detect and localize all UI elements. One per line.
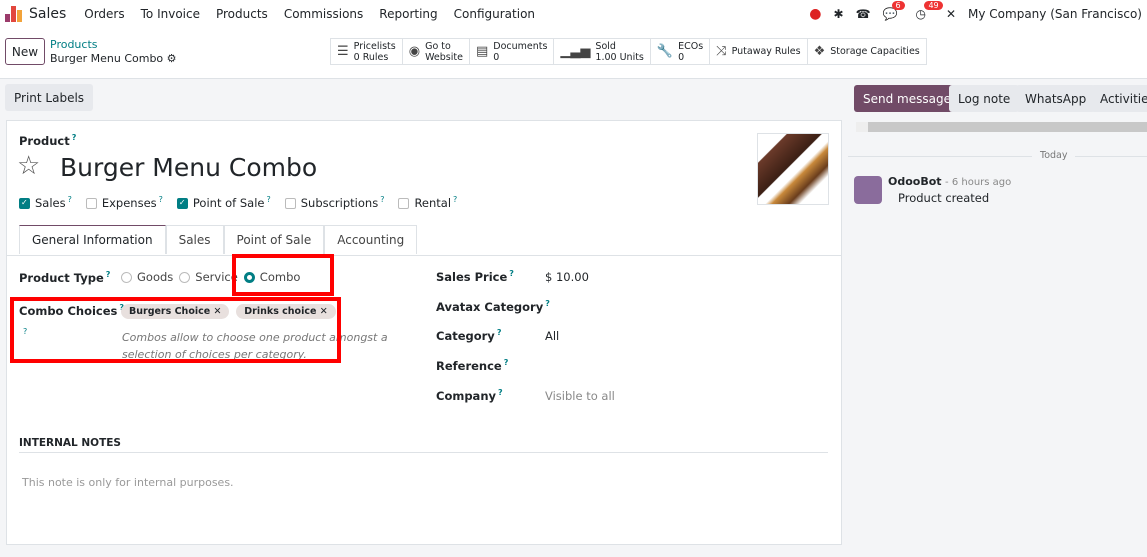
field-row: Category? All <box>436 328 736 343</box>
globe-icon: ◉ <box>408 44 421 59</box>
field-label: Avatax Category? <box>436 298 550 314</box>
menu-commissions[interactable]: Commissions <box>284 7 363 21</box>
date-separator: Today <box>1032 150 1076 161</box>
field-row: Sales Price? $ 10.00 <box>436 269 736 284</box>
cubes-icon: ❖ <box>813 44 826 59</box>
highlight-box-combo-choices <box>10 297 341 363</box>
messages-icon[interactable]: 💬 6 <box>883 0 905 21</box>
smart-button-ecos[interactable]: 🔧 ECOs 0 <box>651 39 711 64</box>
smart-button-sold[interactable]: ▁▃▅ Sold 1.00 Units <box>554 39 651 64</box>
smart-button-putaway-rules[interactable]: ⤨ Putaway Rules <box>710 39 808 64</box>
company-switcher[interactable]: My Company (San Francisco) <box>968 7 1142 21</box>
checkbox-sales[interactable]: Sales? <box>19 195 72 210</box>
message-header: OdooBot - 6 hours ago <box>888 175 1011 188</box>
field-label: Sales Price? <box>436 269 514 284</box>
menu-products[interactable]: Products <box>216 7 268 21</box>
checkbox-point-of-sale[interactable]: Point of Sale? <box>176 195 271 210</box>
recording-dot-icon[interactable]: ● <box>809 6 821 22</box>
field-value[interactable]: All <box>545 329 559 343</box>
list-icon: ☰ <box>337 44 349 59</box>
tab-point-of-sale[interactable]: Point of Sale <box>223 225 325 254</box>
product-type-label: Product Type? <box>19 270 111 285</box>
wrench-icon: 🔧 <box>656 44 674 59</box>
activities-button[interactable]: Activities <box>1091 85 1147 112</box>
new-button[interactable]: New <box>5 38 45 65</box>
app-name[interactable]: Sales <box>29 6 66 22</box>
smart-button-pricelists[interactable]: ☰ Pricelists 0 Rules <box>331 39 403 64</box>
send-message-button[interactable]: Send message <box>854 85 960 112</box>
menu-orders[interactable]: Orders <box>84 7 124 21</box>
field-row: Reference? <box>436 358 736 373</box>
smart-buttons: ☰ Pricelists 0 Rules ◉ Go to Website ▤ Document… <box>330 38 927 65</box>
menu-reporting[interactable]: Reporting <box>379 7 437 21</box>
product-flags: Sales? Expenses? Point of Sale? Subscriptio… <box>19 195 457 210</box>
message-body: Product created <box>898 191 990 205</box>
menu-configuration[interactable]: Configuration <box>454 7 535 21</box>
tab-accounting[interactable]: Accounting <box>324 225 418 254</box>
smart-button-documents[interactable]: ▤ Documents 0 <box>470 39 555 64</box>
activities-badge: 49 <box>924 0 943 10</box>
shuffle-icon: ⤨ <box>716 44 727 59</box>
gear-icon[interactable]: ⚙ <box>167 52 177 65</box>
checkbox-expenses[interactable]: Expenses? <box>85 195 163 210</box>
field-row: Avatax Category? <box>436 299 736 314</box>
radio-service[interactable]: Service <box>179 270 238 284</box>
field-label: Reference? <box>436 358 509 373</box>
product-image[interactable] <box>757 133 829 205</box>
internal-notes-title: INTERNAL NOTES <box>19 437 121 449</box>
smart-button-storage-capacities[interactable]: ❖ Storage Capacities <box>808 39 926 64</box>
product-name-field[interactable]: Burger Menu Combo <box>60 153 317 182</box>
breadcrumb-products[interactable]: Products <box>50 38 98 51</box>
field-label: Company? <box>436 387 503 403</box>
product-label: Product? <box>19 133 77 148</box>
form-tabs: General Information Sales Point of Sale Acc… <box>19 225 418 254</box>
whatsapp-button[interactable]: WhatsApp <box>1016 85 1096 112</box>
tab-general-information[interactable]: General Information <box>19 225 166 254</box>
checkbox-subscriptions[interactable]: Subscriptions? <box>284 195 384 210</box>
print-labels-button[interactable]: Print Labels <box>5 84 94 111</box>
checkbox-rental[interactable]: Rental? <box>398 195 457 210</box>
menu-to-invoice[interactable]: To Invoice <box>141 7 200 21</box>
smart-button-go-to[interactable]: ◉ Go to Website <box>403 39 470 64</box>
field-value[interactable]: $ 10.00 <box>545 270 589 284</box>
messages-badge: 6 <box>891 0 905 10</box>
record-name: Burger Menu Combo <box>50 52 164 65</box>
app-logo-icon[interactable] <box>5 5 23 22</box>
breadcrumb-current: Burger Menu Combo ⚙ <box>50 52 177 65</box>
tab-sales[interactable]: Sales <box>165 225 224 254</box>
settings-tools-icon[interactable]: ✕ <box>946 7 956 21</box>
internal-notes-input[interactable]: This note is only for internal purposes. <box>22 476 234 489</box>
radio-goods[interactable]: Goods <box>121 270 173 284</box>
phone-icon[interactable]: ☎ <box>856 7 871 21</box>
form-sheet: Product? ☆ Burger Menu Combo Sales? Expen… <box>6 120 842 545</box>
document-icon: ▤ <box>475 44 489 59</box>
odoobot-avatar[interactable] <box>854 176 882 204</box>
message-time: - 6 hours ago <box>945 177 1012 188</box>
field-label: Category? <box>436 328 502 344</box>
activities-clock-icon[interactable]: ◷ 49 <box>915 0 943 21</box>
chatter-scrollbar[interactable] <box>856 122 1147 132</box>
log-note-button[interactable]: Log note <box>949 85 1020 112</box>
field-row: Company? Visible to all <box>436 388 736 403</box>
favorite-star-icon[interactable]: ☆ <box>17 151 40 181</box>
bar-chart-icon: ▁▃▅ <box>560 44 591 59</box>
field-value[interactable]: Visible to all <box>545 389 615 403</box>
message-author: OdooBot <box>888 175 942 188</box>
highlight-box-combo <box>232 254 334 296</box>
control-panel: New Products Burger Menu Combo ⚙ ☰ Pricel… <box>0 27 1147 79</box>
bug-icon[interactable]: ✱ <box>834 7 844 21</box>
